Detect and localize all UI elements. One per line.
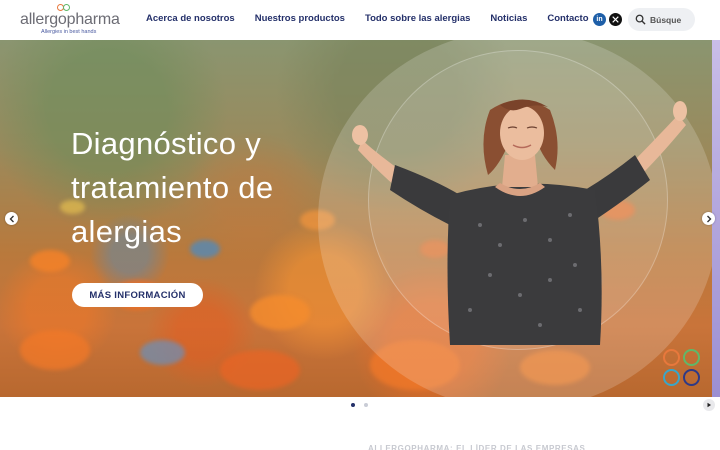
- ring-green: [683, 349, 700, 366]
- woman-arms-raised-image: [352, 99, 687, 345]
- allergopharma-logo[interactable]: allergopharma Allergies in best hands: [20, 4, 125, 36]
- ring-navy: [683, 369, 700, 386]
- carousel-dot-1[interactable]: [351, 403, 355, 407]
- logo-ring-green: [63, 4, 70, 11]
- nav-item-products[interactable]: Nuestros productos: [255, 13, 345, 24]
- linkedin-icon[interactable]: in: [593, 13, 606, 26]
- page: allergopharma Allergies in best hands Ac…: [0, 0, 720, 450]
- search-box[interactable]: [628, 8, 695, 31]
- nav-item-about[interactable]: Acerca de nosotros: [146, 13, 235, 24]
- chevron-left-icon[interactable]: [5, 212, 18, 225]
- ring-cyan: [663, 369, 680, 386]
- brand-rings-icon: [663, 347, 703, 387]
- nav-item-contact[interactable]: Contacto: [547, 13, 588, 24]
- x-logo-glyph: [612, 16, 619, 23]
- section-heading: ALLERGOPHARMA: EL LÍDER DE LAS EMPRESAS: [368, 444, 586, 450]
- carousel-dots: [351, 403, 368, 407]
- carousel-dot-2[interactable]: [364, 403, 368, 407]
- hero-title: Diagnóstico y tratamiento de alergias: [71, 126, 274, 249]
- main-nav: Acerca de nosotros Nuestros productos To…: [146, 13, 589, 24]
- chevron-right-icon[interactable]: [702, 212, 715, 225]
- nav-item-allergies[interactable]: Todo sobre las alergias: [365, 13, 470, 24]
- site-header: allergopharma Allergies in best hands Ac…: [0, 0, 720, 40]
- nav-item-news[interactable]: Noticias: [490, 13, 527, 24]
- more-info-button[interactable]: MÁS INFORMACIÓN: [72, 283, 203, 307]
- logo-wordmark: allergopharma: [20, 11, 120, 28]
- hero-carousel: Diagnóstico y tratamiento de alergias MÁ…: [0, 40, 720, 397]
- search-icon: [635, 14, 646, 25]
- ring-orange: [663, 349, 680, 366]
- next-arrow-glyph: [706, 215, 711, 222]
- prev-arrow-glyph: [9, 215, 14, 222]
- play-glyph: [707, 402, 711, 408]
- logo-tagline: Allergies in best hands: [41, 29, 97, 35]
- play-icon[interactable]: [703, 399, 715, 411]
- x-twitter-icon[interactable]: [609, 13, 622, 26]
- search-input[interactable]: [650, 12, 692, 27]
